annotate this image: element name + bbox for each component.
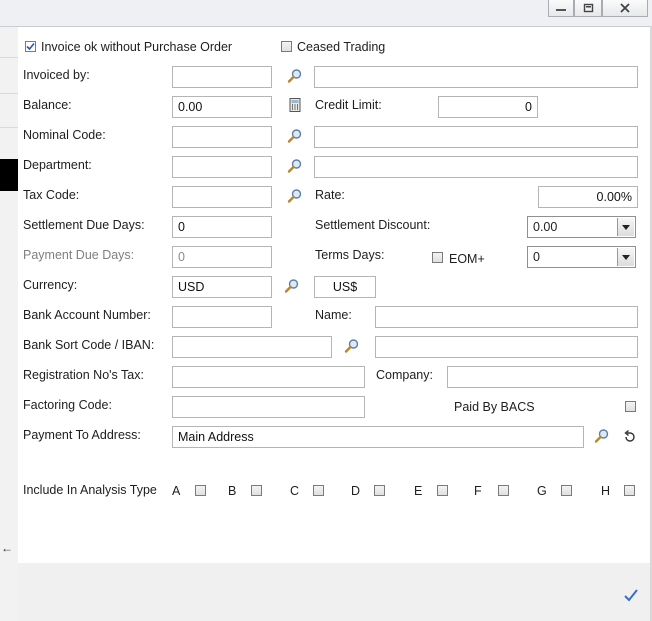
footer-bar: [18, 563, 652, 621]
magnifier-icon[interactable]: [287, 188, 303, 204]
restore-icon: [583, 3, 594, 13]
invoice-ok-label: Invoice ok without Purchase Order: [41, 40, 233, 54]
analysis-type-a-checkbox[interactable]: [195, 485, 206, 496]
currency-symbol-field: US$: [314, 276, 376, 298]
bank-sort-code-desc-input[interactable]: [375, 336, 638, 358]
ceased-trading-checkbox[interactable]: [281, 41, 292, 52]
factoring-code-input[interactable]: [172, 396, 365, 418]
checkmark-icon: [26, 42, 35, 51]
magnifier-icon[interactable]: [594, 428, 610, 444]
rate-input[interactable]: 0.00%: [538, 186, 638, 208]
factoring-code-label: Factoring Code:: [23, 398, 112, 412]
analysis-type-letter: B: [228, 484, 237, 498]
analysis-type-letter: G: [537, 484, 547, 498]
bank-account-number-input[interactable]: [172, 306, 272, 328]
settlement-discount-label: Settlement Discount:: [315, 218, 431, 232]
analysis-type-e-checkbox[interactable]: [437, 485, 448, 496]
terms-days-select[interactable]: 0: [527, 246, 636, 268]
department-label: Department:: [23, 158, 92, 172]
calculator-icon[interactable]: [287, 97, 303, 113]
analysis-type-letter: A: [172, 484, 181, 498]
currency-input[interactable]: USD: [172, 276, 272, 298]
tax-code-input[interactable]: [172, 186, 272, 208]
paid-by-bacs-checkbox[interactable]: [625, 401, 636, 412]
restore-button[interactable]: [574, 0, 602, 17]
magnifier-icon[interactable]: [344, 338, 360, 354]
settlement-discount-value: 0.00: [533, 220, 558, 234]
magnifier-icon[interactable]: [287, 68, 303, 84]
strip-divider: [0, 57, 18, 58]
strip-divider: [0, 127, 18, 128]
minimize-button[interactable]: [548, 0, 574, 17]
balance-input[interactable]: 0.00: [172, 96, 272, 118]
bank-name-label: Name:: [315, 308, 352, 322]
magnifier-icon[interactable]: [287, 128, 303, 144]
balance-label: Balance:: [23, 98, 72, 112]
bank-account-number-label: Bank Account Number:: [23, 308, 151, 322]
analysis-type-b-checkbox[interactable]: [251, 485, 262, 496]
eom-label: EOM+: [449, 252, 485, 266]
magnifier-icon[interactable]: [284, 278, 300, 294]
bank-name-input[interactable]: [375, 306, 638, 328]
invoice-ok-checkbox[interactable]: [25, 41, 36, 52]
invoiced-by-label: Invoiced by:: [23, 68, 90, 82]
chevron-down-icon[interactable]: [617, 218, 634, 236]
undo-icon[interactable]: [622, 429, 638, 445]
payment-due-days-input[interactable]: 0: [172, 246, 272, 268]
nominal-code-input[interactable]: [172, 126, 272, 148]
minimize-icon: [556, 9, 566, 11]
rate-label: Rate:: [315, 188, 345, 202]
arrow-left-icon[interactable]: ←: [1, 541, 13, 555]
payment-to-address-label: Payment To Address:: [23, 428, 141, 442]
analysis-type-label: Include In Analysis Type: [23, 483, 157, 497]
nominal-code-desc-input[interactable]: [314, 126, 638, 148]
nominal-code-label: Nominal Code:: [23, 128, 106, 142]
background-window-strip: [0, 27, 18, 621]
analysis-type-g-checkbox[interactable]: [561, 485, 572, 496]
terms-days-label: Terms Days:: [315, 248, 385, 262]
invoiced-by-name-input[interactable]: [314, 66, 638, 88]
settlement-due-days-label: Settlement Due Days:: [23, 218, 145, 232]
ceased-trading-label: Ceased Trading: [297, 40, 386, 54]
payment-to-address-input[interactable]: Main Address: [172, 426, 584, 448]
tax-code-label: Tax Code:: [23, 188, 80, 202]
company-input[interactable]: [447, 366, 638, 388]
analysis-type-letter: D: [351, 484, 361, 498]
registration-tax-input[interactable]: [172, 366, 365, 388]
paid-by-bacs-label: Paid By BACS: [454, 400, 535, 414]
bank-sort-code-label: Bank Sort Code / IBAN:: [23, 338, 155, 352]
analysis-type-letter: F: [474, 484, 482, 498]
settlement-discount-select[interactable]: 0.00: [527, 216, 636, 238]
strip-divider: [0, 93, 18, 94]
department-input[interactable]: [172, 156, 272, 178]
terms-days-value: 0: [533, 250, 540, 264]
currency-label: Currency:: [23, 278, 78, 292]
analysis-type-c-checkbox[interactable]: [313, 485, 324, 496]
chevron-down-icon[interactable]: [617, 248, 634, 266]
confirm-checkmark-icon[interactable]: [623, 587, 639, 603]
eom-checkbox[interactable]: [432, 252, 443, 263]
registration-tax-label: Registration No's Tax:: [23, 368, 144, 382]
bank-sort-code-input[interactable]: [172, 336, 332, 358]
invoiced-by-code-input[interactable]: [172, 66, 272, 88]
analysis-type-h-checkbox[interactable]: [624, 485, 635, 496]
settlement-due-days-input[interactable]: 0: [172, 216, 272, 238]
analysis-type-f-checkbox[interactable]: [498, 485, 509, 496]
company-label: Company:: [376, 368, 433, 382]
close-button[interactable]: [602, 0, 648, 17]
analysis-type-letter: C: [290, 484, 300, 498]
close-icon: [620, 3, 630, 13]
analysis-type-letter: E: [414, 484, 423, 498]
credit-limit-label: Credit Limit:: [315, 98, 382, 112]
department-desc-input[interactable]: [314, 156, 638, 178]
background-black-block: [0, 159, 18, 191]
analysis-type-letter: H: [601, 484, 611, 498]
payment-due-days-label: Payment Due Days:: [23, 248, 135, 262]
credit-limit-input[interactable]: 0: [438, 96, 538, 118]
magnifier-icon[interactable]: [287, 158, 303, 174]
analysis-type-d-checkbox[interactable]: [374, 485, 385, 496]
